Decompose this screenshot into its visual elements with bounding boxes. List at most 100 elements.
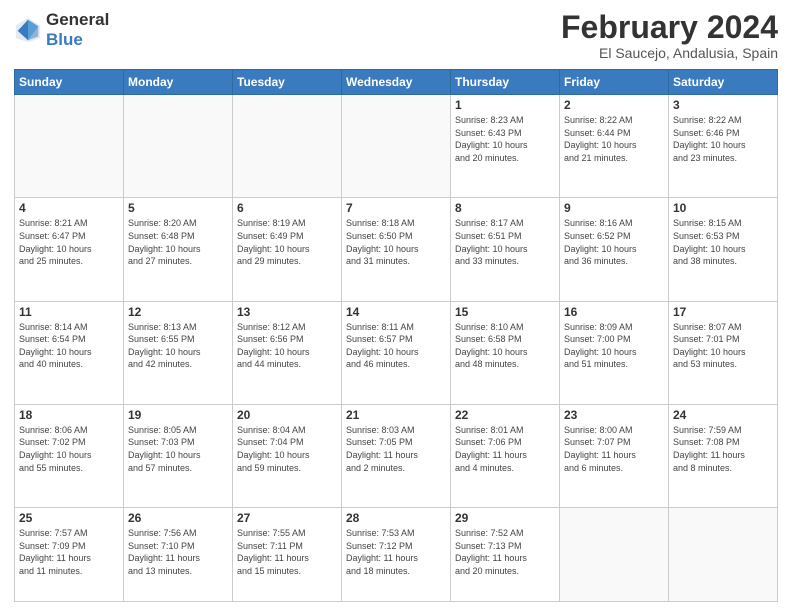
header: General Blue February 2024 El Saucejo, A… bbox=[14, 10, 778, 61]
calendar-cell: 15 Sunrise: 8:10 AM Sunset: 6:58 PM Dayli… bbox=[451, 301, 560, 404]
day-number: 5 bbox=[128, 201, 228, 215]
page: General Blue February 2024 El Saucejo, A… bbox=[0, 0, 792, 612]
calendar-cell: 22 Sunrise: 8:01 AM Sunset: 7:06 PM Dayli… bbox=[451, 404, 560, 507]
day-info: Sunrise: 8:05 AM Sunset: 7:03 PM Dayligh… bbox=[128, 424, 228, 474]
calendar-cell: 14 Sunrise: 8:11 AM Sunset: 6:57 PM Dayli… bbox=[342, 301, 451, 404]
day-info: Sunrise: 7:59 AM Sunset: 7:08 PM Dayligh… bbox=[673, 424, 773, 474]
day-number: 8 bbox=[455, 201, 555, 215]
day-number: 21 bbox=[346, 408, 446, 422]
weekday-header-sunday: Sunday bbox=[15, 70, 124, 95]
day-number: 29 bbox=[455, 511, 555, 525]
day-number: 16 bbox=[564, 305, 664, 319]
calendar-cell bbox=[342, 95, 451, 198]
day-info: Sunrise: 8:16 AM Sunset: 6:52 PM Dayligh… bbox=[564, 217, 664, 267]
day-info: Sunrise: 8:17 AM Sunset: 6:51 PM Dayligh… bbox=[455, 217, 555, 267]
calendar-cell bbox=[233, 95, 342, 198]
calendar-cell: 25 Sunrise: 7:57 AM Sunset: 7:09 PM Dayli… bbox=[15, 508, 124, 602]
day-number: 13 bbox=[237, 305, 337, 319]
day-info: Sunrise: 7:53 AM Sunset: 7:12 PM Dayligh… bbox=[346, 527, 446, 577]
day-info: Sunrise: 7:57 AM Sunset: 7:09 PM Dayligh… bbox=[19, 527, 119, 577]
day-info: Sunrise: 8:11 AM Sunset: 6:57 PM Dayligh… bbox=[346, 321, 446, 371]
weekday-header-monday: Monday bbox=[124, 70, 233, 95]
day-number: 7 bbox=[346, 201, 446, 215]
calendar-cell: 17Sunrise: 8:07 AM Sunset: 7:01 PM Dayli… bbox=[669, 301, 778, 404]
day-number: 4 bbox=[19, 201, 119, 215]
calendar-cell bbox=[669, 508, 778, 602]
day-number: 12 bbox=[128, 305, 228, 319]
day-info: Sunrise: 8:10 AM Sunset: 6:58 PM Dayligh… bbox=[455, 321, 555, 371]
calendar-cell: 26 Sunrise: 7:56 AM Sunset: 7:10 PM Dayli… bbox=[124, 508, 233, 602]
day-number: 24 bbox=[673, 408, 773, 422]
day-info: Sunrise: 8:23 AM Sunset: 6:43 PM Dayligh… bbox=[455, 114, 555, 164]
day-number: 10 bbox=[673, 201, 773, 215]
calendar-cell: 8 Sunrise: 8:17 AM Sunset: 6:51 PM Daylig… bbox=[451, 198, 560, 301]
day-info: Sunrise: 8:00 AM Sunset: 7:07 PM Dayligh… bbox=[564, 424, 664, 474]
day-info: Sunrise: 8:01 AM Sunset: 7:06 PM Dayligh… bbox=[455, 424, 555, 474]
day-number: 19 bbox=[128, 408, 228, 422]
weekday-header-tuesday: Tuesday bbox=[233, 70, 342, 95]
day-number: 6 bbox=[237, 201, 337, 215]
calendar-cell: 7 Sunrise: 8:18 AM Sunset: 6:50 PM Daylig… bbox=[342, 198, 451, 301]
calendar-cell: 27Sunrise: 7:55 AM Sunset: 7:11 PM Dayli… bbox=[233, 508, 342, 602]
calendar-cell: 1 Sunrise: 8:23 AM Sunset: 6:43 PM Daylig… bbox=[451, 95, 560, 198]
calendar-cell: 13 Sunrise: 8:12 AM Sunset: 6:56 PM Dayli… bbox=[233, 301, 342, 404]
weekday-header-friday: Friday bbox=[560, 70, 669, 95]
calendar-cell bbox=[560, 508, 669, 602]
weekday-header-thursday: Thursday bbox=[451, 70, 560, 95]
day-info: Sunrise: 8:12 AM Sunset: 6:56 PM Dayligh… bbox=[237, 321, 337, 371]
day-info: Sunrise: 8:22 AM Sunset: 6:46 PM Dayligh… bbox=[673, 114, 773, 164]
day-number: 11 bbox=[19, 305, 119, 319]
day-info: Sunrise: 8:21 AM Sunset: 6:47 PM Dayligh… bbox=[19, 217, 119, 267]
day-number: 28 bbox=[346, 511, 446, 525]
calendar-cell: 23 Sunrise: 8:00 AM Sunset: 7:07 PM Dayli… bbox=[560, 404, 669, 507]
day-info: Sunrise: 8:07 AM Sunset: 7:01 PM Dayligh… bbox=[673, 321, 773, 371]
calendar-cell: 6 Sunrise: 8:19 AM Sunset: 6:49 PM Daylig… bbox=[233, 198, 342, 301]
calendar-cell: 2 Sunrise: 8:22 AM Sunset: 6:44 PM Daylig… bbox=[560, 95, 669, 198]
day-info: Sunrise: 7:52 AM Sunset: 7:13 PM Dayligh… bbox=[455, 527, 555, 577]
location: El Saucejo, Andalusia, Spain bbox=[561, 45, 778, 61]
calendar-cell: 18 Sunrise: 8:06 AM Sunset: 7:02 PM Dayli… bbox=[15, 404, 124, 507]
calendar-cell: 19 Sunrise: 8:05 AM Sunset: 7:03 PM Dayli… bbox=[124, 404, 233, 507]
calendar-cell: 21 Sunrise: 8:03 AM Sunset: 7:05 PM Dayli… bbox=[342, 404, 451, 507]
day-info: Sunrise: 8:18 AM Sunset: 6:50 PM Dayligh… bbox=[346, 217, 446, 267]
day-info: Sunrise: 7:56 AM Sunset: 7:10 PM Dayligh… bbox=[128, 527, 228, 577]
calendar-cell: 12 Sunrise: 8:13 AM Sunset: 6:55 PM Dayli… bbox=[124, 301, 233, 404]
day-number: 22 bbox=[455, 408, 555, 422]
day-number: 25 bbox=[19, 511, 119, 525]
calendar-cell: 10 Sunrise: 8:15 AM Sunset: 6:53 PM Dayli… bbox=[669, 198, 778, 301]
day-info: Sunrise: 8:06 AM Sunset: 7:02 PM Dayligh… bbox=[19, 424, 119, 474]
calendar-cell: 3 Sunrise: 8:22 AM Sunset: 6:46 PM Daylig… bbox=[669, 95, 778, 198]
calendar-cell: 5Sunrise: 8:20 AM Sunset: 6:48 PM Daylig… bbox=[124, 198, 233, 301]
logo: General Blue bbox=[14, 10, 109, 49]
calendar-cell: 28 Sunrise: 7:53 AM Sunset: 7:12 PM Dayli… bbox=[342, 508, 451, 602]
calendar-cell: 24 Sunrise: 7:59 AM Sunset: 7:08 PM Dayli… bbox=[669, 404, 778, 507]
calendar-cell: 9 Sunrise: 8:16 AM Sunset: 6:52 PM Daylig… bbox=[560, 198, 669, 301]
calendar-table: SundayMondayTuesdayWednesdayThursdayFrid… bbox=[14, 69, 778, 602]
calendar-cell: 4 Sunrise: 8:21 AM Sunset: 6:47 PM Daylig… bbox=[15, 198, 124, 301]
month-year: February 2024 bbox=[561, 10, 778, 45]
calendar-cell: 16 Sunrise: 8:09 AM Sunset: 7:00 PM Dayli… bbox=[560, 301, 669, 404]
day-number: 2 bbox=[564, 98, 664, 112]
calendar-cell: 29 Sunrise: 7:52 AM Sunset: 7:13 PM Dayli… bbox=[451, 508, 560, 602]
weekday-header-wednesday: Wednesday bbox=[342, 70, 451, 95]
day-number: 14 bbox=[346, 305, 446, 319]
day-number: 1 bbox=[455, 98, 555, 112]
day-info: Sunrise: 8:15 AM Sunset: 6:53 PM Dayligh… bbox=[673, 217, 773, 267]
calendar-cell bbox=[124, 95, 233, 198]
day-number: 9 bbox=[564, 201, 664, 215]
day-info: Sunrise: 8:19 AM Sunset: 6:49 PM Dayligh… bbox=[237, 217, 337, 267]
day-number: 23 bbox=[564, 408, 664, 422]
day-info: Sunrise: 8:14 AM Sunset: 6:54 PM Dayligh… bbox=[19, 321, 119, 371]
day-info: Sunrise: 8:09 AM Sunset: 7:00 PM Dayligh… bbox=[564, 321, 664, 371]
day-number: 18 bbox=[19, 408, 119, 422]
day-info: Sunrise: 8:22 AM Sunset: 6:44 PM Dayligh… bbox=[564, 114, 664, 164]
calendar-cell bbox=[15, 95, 124, 198]
day-number: 26 bbox=[128, 511, 228, 525]
day-info: Sunrise: 8:03 AM Sunset: 7:05 PM Dayligh… bbox=[346, 424, 446, 474]
day-number: 15 bbox=[455, 305, 555, 319]
calendar-cell: 11 Sunrise: 8:14 AM Sunset: 6:54 PM Dayli… bbox=[15, 301, 124, 404]
day-number: 3 bbox=[673, 98, 773, 112]
day-info: Sunrise: 8:13 AM Sunset: 6:55 PM Dayligh… bbox=[128, 321, 228, 371]
day-number: 27 bbox=[237, 511, 337, 525]
weekday-header-saturday: Saturday bbox=[669, 70, 778, 95]
